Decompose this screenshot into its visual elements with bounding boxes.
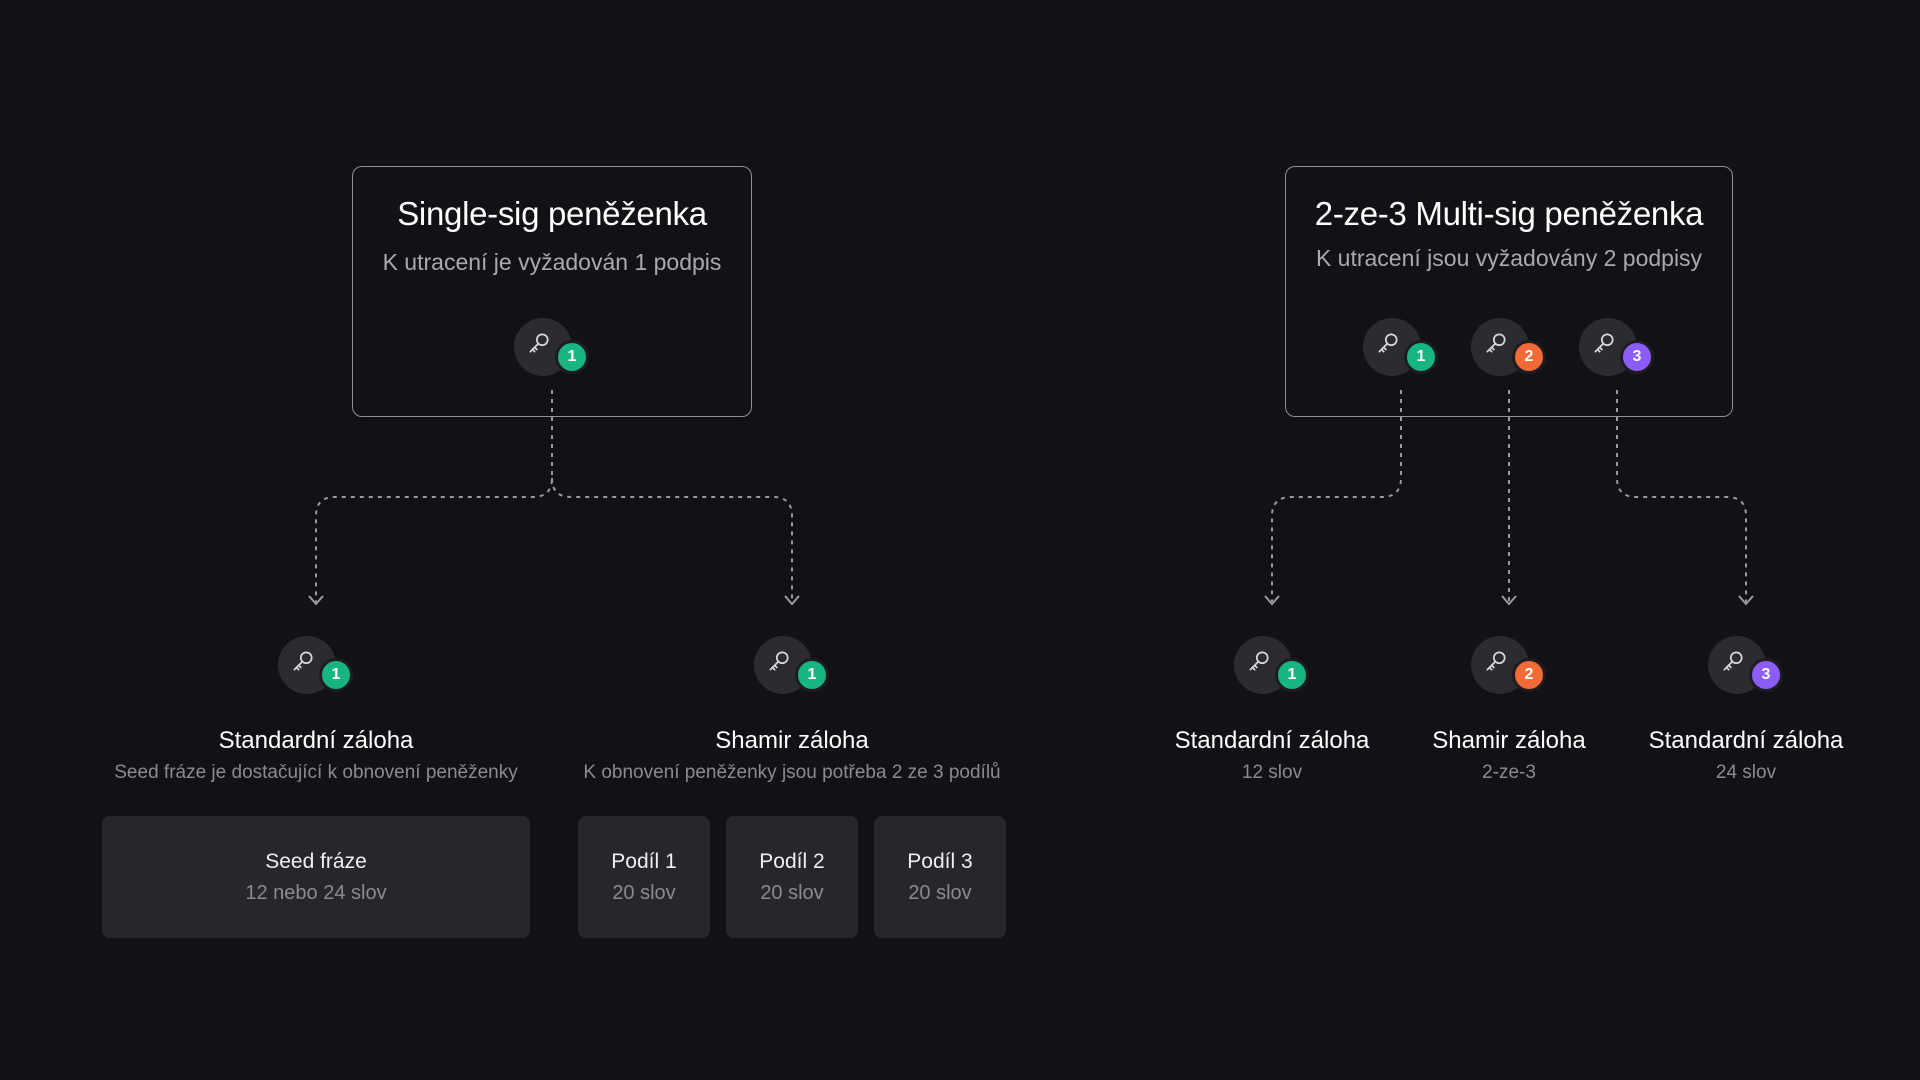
- multi-output-3-subtitle: 24 slov: [1715, 762, 1777, 783]
- key-icon: [1723, 651, 1743, 671]
- shamir-backup-title: Shamir záloha: [715, 727, 869, 754]
- share-card-1: Podíl 1 20 slov: [578, 816, 710, 938]
- arrowhead: [308, 595, 324, 606]
- multi-output-2-badge: 2: [1512, 658, 1546, 692]
- multi-sig-key-2-badge: 2: [1512, 340, 1546, 374]
- single-sig-subtitle: K utracení je vyžadován 1 podpis: [382, 249, 722, 275]
- card-subtitle: 20 slov: [612, 881, 676, 904]
- standard-backup-subtitle: Seed fráze je dostačující k obnovení pen…: [114, 762, 518, 783]
- single-sig-title: Single-sig peněženka: [397, 195, 707, 232]
- key-icon: [769, 651, 789, 671]
- output-standard-badge: 1: [319, 658, 353, 692]
- key-icon: [529, 333, 549, 353]
- standard-backup-title: Standardní záloha: [218, 727, 414, 754]
- card-title: Seed fráze: [265, 849, 367, 873]
- key-icon: [1486, 651, 1506, 671]
- key-icon: [1249, 651, 1269, 671]
- multi-output-1-badge: 1: [1275, 658, 1309, 692]
- single-sig-key-badge: 1: [555, 340, 589, 374]
- share-card-2: Podíl 2 20 slov: [726, 816, 858, 938]
- multi-sig-key-3-badge: 3: [1620, 340, 1654, 374]
- card-subtitle: 12 nebo 24 slov: [245, 881, 387, 904]
- connector-single-to-shamir: [551, 477, 793, 602]
- multi-sig-subtitle: K utracení jsou vyžadovány 2 podpisy: [1315, 245, 1703, 271]
- multi-sig-title: 2-ze-3 Multi-sig peněženka: [1314, 195, 1704, 232]
- connector-single-to-standard: [315, 390, 553, 602]
- card-subtitle: 20 slov: [760, 881, 824, 904]
- card-title: Podíl 2: [759, 849, 825, 873]
- single-sig-wallet-box: Single-sig peněženka K utracení je vyžad…: [352, 166, 752, 417]
- seed-phrase-card: Seed fráze 12 nebo 24 slov: [102, 816, 530, 938]
- multi-output-3-title: Standardní záloha: [1648, 727, 1844, 754]
- card-title: Podíl 1: [611, 849, 677, 873]
- output-shamir-badge: 1: [795, 658, 829, 692]
- multi-sig-wallet-box: 2-ze-3 Multi-sig peněženka K utracení js…: [1285, 166, 1733, 417]
- key-icon: [1594, 333, 1614, 353]
- card-title: Podíl 3: [907, 849, 973, 873]
- multi-output-2-subtitle: 2-ze-3: [1482, 762, 1536, 783]
- multi-output-3-badge: 3: [1749, 658, 1783, 692]
- shamir-backup-subtitle: K obnovení peněženky jsou potřeba 2 ze 3…: [583, 762, 1001, 783]
- card-subtitle: 20 slov: [908, 881, 972, 904]
- multi-output-1-title: Standardní záloha: [1174, 727, 1370, 754]
- connector-multi-key3: [1616, 390, 1747, 602]
- key-icon: [293, 651, 313, 671]
- share-card-3: Podíl 3 20 slov: [874, 816, 1006, 938]
- multi-output-2-title: Shamir záloha: [1432, 727, 1586, 754]
- connector-multi-key1: [1271, 390, 1402, 602]
- key-icon: [1378, 333, 1398, 353]
- multi-output-1-subtitle: 12 slov: [1241, 762, 1303, 783]
- key-icon: [1486, 333, 1506, 353]
- multi-sig-key-1-badge: 1: [1404, 340, 1438, 374]
